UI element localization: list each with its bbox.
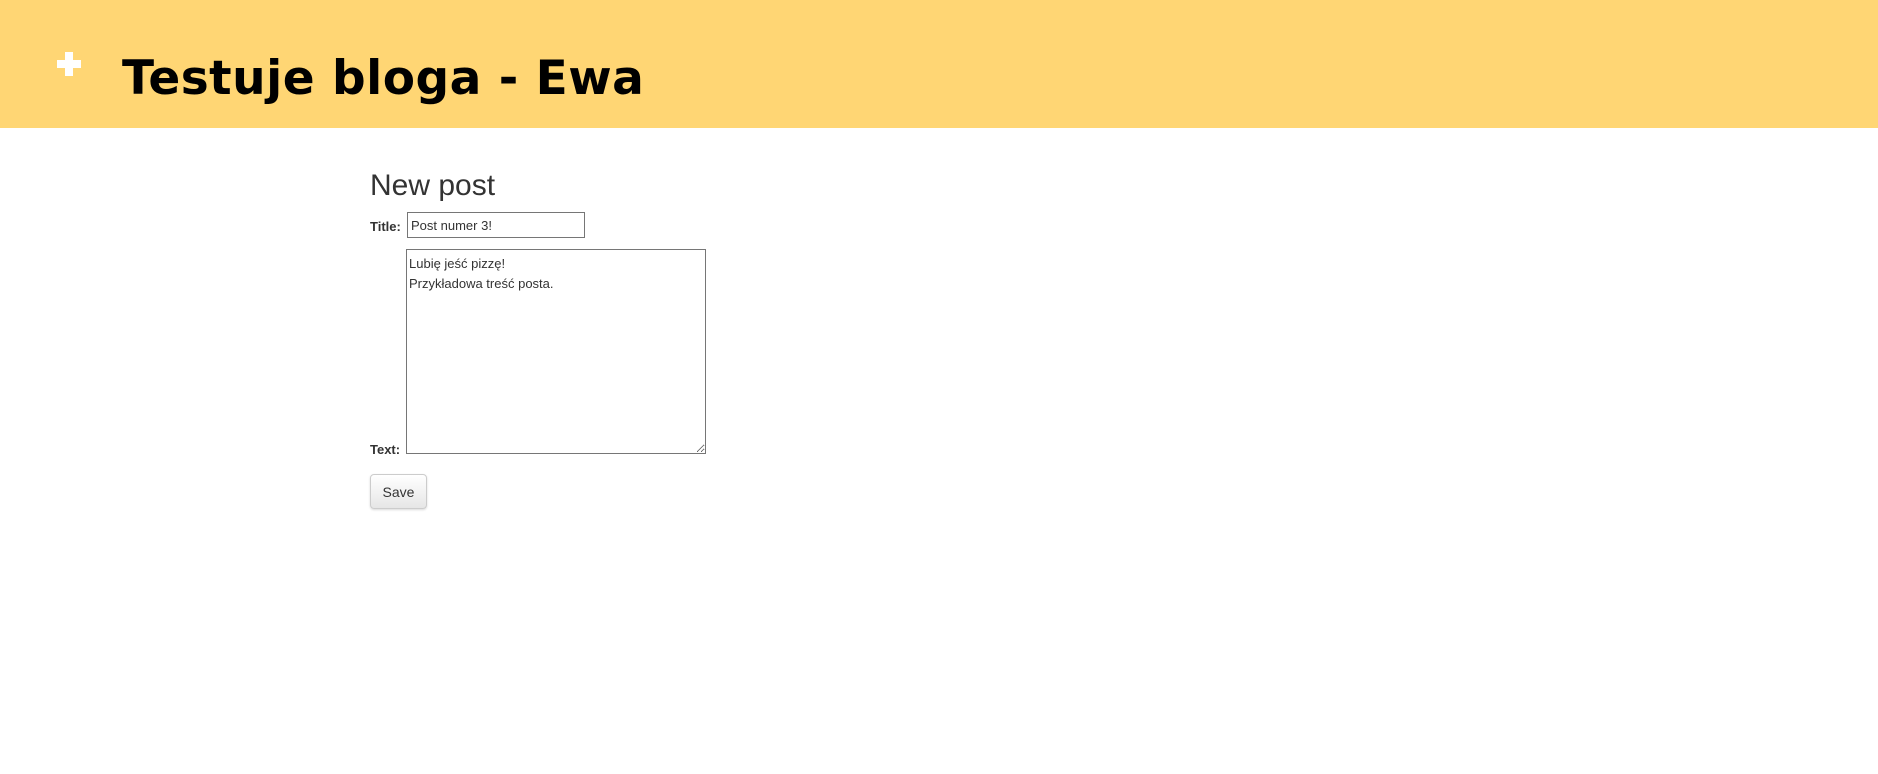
page-heading: New post bbox=[370, 169, 496, 202]
plus-icon bbox=[50, 45, 88, 83]
title-input[interactable] bbox=[407, 212, 585, 238]
page-header: Testuje bloga - Ewa bbox=[0, 0, 1878, 128]
main-content: New post Title: Text: Lubię jeść pizzę! … bbox=[370, 160, 1370, 509]
title-label: Title: bbox=[370, 219, 401, 234]
save-button[interactable]: Save bbox=[370, 474, 427, 509]
text-input[interactable]: Lubię jeść pizzę! Przykładowa treść post… bbox=[406, 249, 706, 454]
add-post-link[interactable] bbox=[50, 45, 88, 83]
site-title[interactable]: Testuje bloga - Ewa bbox=[122, 44, 644, 114]
text-label: Text: bbox=[370, 442, 401, 457]
